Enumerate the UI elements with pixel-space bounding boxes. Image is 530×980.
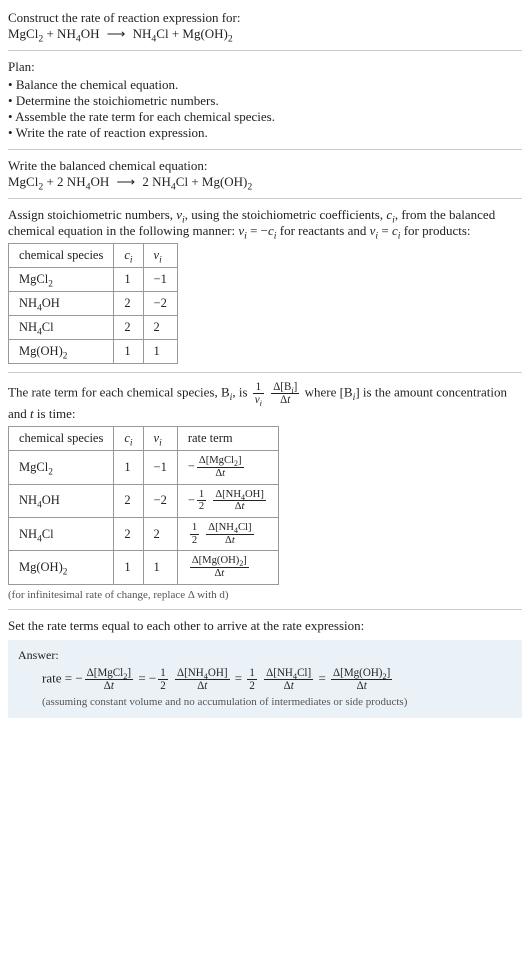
answer-note: (assuming constant volume and no accumul… xyxy=(18,696,512,708)
rate-generic-frac1: 1νi xyxy=(251,381,266,406)
table-header-row: chemical species ci νi rate term xyxy=(9,427,279,451)
stoich-text: Assign stoichiometric numbers, xyxy=(8,207,176,222)
cell-rate: Δ[Mg(OH)2]Δt xyxy=(177,551,278,584)
cell-rate: 12 Δ[NH4Cl]Δt xyxy=(177,518,278,551)
col-species: chemical species xyxy=(9,427,114,451)
col-rate: rate term xyxy=(177,427,278,451)
divider xyxy=(8,198,522,199)
stoich-text: , using the stoichiometric coefficients, xyxy=(185,207,387,222)
cell-ci: 1 xyxy=(114,451,143,484)
answer-label: Answer: xyxy=(18,648,512,663)
stoich-table: chemical species ci νi MgCl21−1NH4OH2−2N… xyxy=(8,243,178,364)
answer-box: Answer: rate = −Δ[MgCl2]Δt = −12 Δ[NH4OH… xyxy=(8,640,522,718)
cell-ci: 2 xyxy=(114,292,143,316)
cell-species: Mg(OH)2 xyxy=(9,340,114,364)
cell-vi: 1 xyxy=(143,340,177,364)
plan-item: Determine the stoichiometric numbers. xyxy=(8,93,522,109)
cell-species: Mg(OH)2 xyxy=(9,551,114,584)
cell-vi: 2 xyxy=(143,316,177,340)
cell-vi: −1 xyxy=(143,268,177,292)
cell-ci: 2 xyxy=(114,518,143,551)
rate-table: chemical species ci νi rate term MgCl21−… xyxy=(8,426,279,585)
plan-list: Balance the chemical equation. Determine… xyxy=(8,77,522,141)
cell-ci: 1 xyxy=(114,268,143,292)
cell-species: MgCl2 xyxy=(9,451,114,484)
col-vi: νi xyxy=(143,244,177,268)
divider xyxy=(8,372,522,373)
balanced-equation: MgCl2 + 2 NH4OH ⟶ 2 NH4Cl + Mg(OH)2 xyxy=(8,174,522,190)
divider xyxy=(8,609,522,610)
cell-species: NH4OH xyxy=(9,484,114,517)
plan-heading: Plan: xyxy=(8,59,522,75)
col-species: chemical species xyxy=(9,244,114,268)
cell-vi: 1 xyxy=(143,551,177,584)
setequal-section: Set the rate terms equal to each other t… xyxy=(8,618,522,634)
table-row: MgCl21−1−Δ[MgCl2]Δt xyxy=(9,451,279,484)
unbalanced-equation: MgCl2 + NH4OH ⟶ NH4Cl + Mg(OH)2 xyxy=(8,26,522,42)
plan-item: Balance the chemical equation. xyxy=(8,77,522,93)
setequal-text: Set the rate terms equal to each other t… xyxy=(8,618,522,634)
cell-ci: 1 xyxy=(114,551,143,584)
divider xyxy=(8,50,522,51)
table-header-row: chemical species ci νi xyxy=(9,244,178,268)
plan-item: Write the rate of reaction expression. xyxy=(8,125,522,141)
table-row: NH4Cl2212 Δ[NH4Cl]Δt xyxy=(9,518,279,551)
rateterm-section: The rate term for each chemical species,… xyxy=(8,381,522,601)
rateterm-text: The rate term for each chemical species,… xyxy=(8,385,230,400)
col-vi: νi xyxy=(143,427,177,451)
table-row: Mg(OH)211Δ[Mg(OH)2]Δt xyxy=(9,551,279,584)
divider xyxy=(8,149,522,150)
table-row: NH4OH2−2−12 Δ[NH4OH]Δt xyxy=(9,484,279,517)
cell-species: NH4Cl xyxy=(9,518,114,551)
cell-vi: 2 xyxy=(143,518,177,551)
table-row: MgCl21−1 xyxy=(9,268,178,292)
cell-rate: −12 Δ[NH4OH]Δt xyxy=(177,484,278,517)
balanced-heading: Write the balanced chemical equation: xyxy=(8,158,522,174)
plan-section: Plan: Balance the chemical equation. Det… xyxy=(8,59,522,141)
stoich-section: Assign stoichiometric numbers, νi , using… xyxy=(8,207,522,364)
rateterm-text: , is xyxy=(232,385,250,400)
table-row: NH4OH2−2 xyxy=(9,292,178,316)
intro-prompt: Construct the rate of reaction expressio… xyxy=(8,10,522,26)
cell-vi: −1 xyxy=(143,451,177,484)
rateterm-text: where [B xyxy=(305,385,353,400)
plan-item: Assemble the rate term for each chemical… xyxy=(8,109,522,125)
cell-ci: 1 xyxy=(114,340,143,364)
rateterm-text: is time: xyxy=(34,406,76,421)
table-row: Mg(OH)211 xyxy=(9,340,178,364)
answer-equation: rate = −Δ[MgCl2]Δt = −12 Δ[NH4OH]Δt = 12… xyxy=(18,667,512,692)
cell-rate: −Δ[MgCl2]Δt xyxy=(177,451,278,484)
balanced-section: Write the balanced chemical equation: Mg… xyxy=(8,158,522,190)
col-ci: ci xyxy=(114,427,143,451)
cell-vi: −2 xyxy=(143,292,177,316)
rate-note: (for infinitesimal rate of change, repla… xyxy=(8,589,522,601)
cell-ci: 2 xyxy=(114,484,143,517)
table-row: NH4Cl22 xyxy=(9,316,178,340)
intro-section: Construct the rate of reaction expressio… xyxy=(8,10,522,42)
stoich-text: for products: xyxy=(400,223,470,238)
cell-ci: 2 xyxy=(114,316,143,340)
cell-species: NH4OH xyxy=(9,292,114,316)
rate-generic-frac2: Δ[Bi]Δt xyxy=(269,381,301,406)
col-ci: ci xyxy=(114,244,143,268)
cell-species: MgCl2 xyxy=(9,268,114,292)
cell-species: NH4Cl xyxy=(9,316,114,340)
cell-vi: −2 xyxy=(143,484,177,517)
stoich-text: for reactants and xyxy=(277,223,370,238)
